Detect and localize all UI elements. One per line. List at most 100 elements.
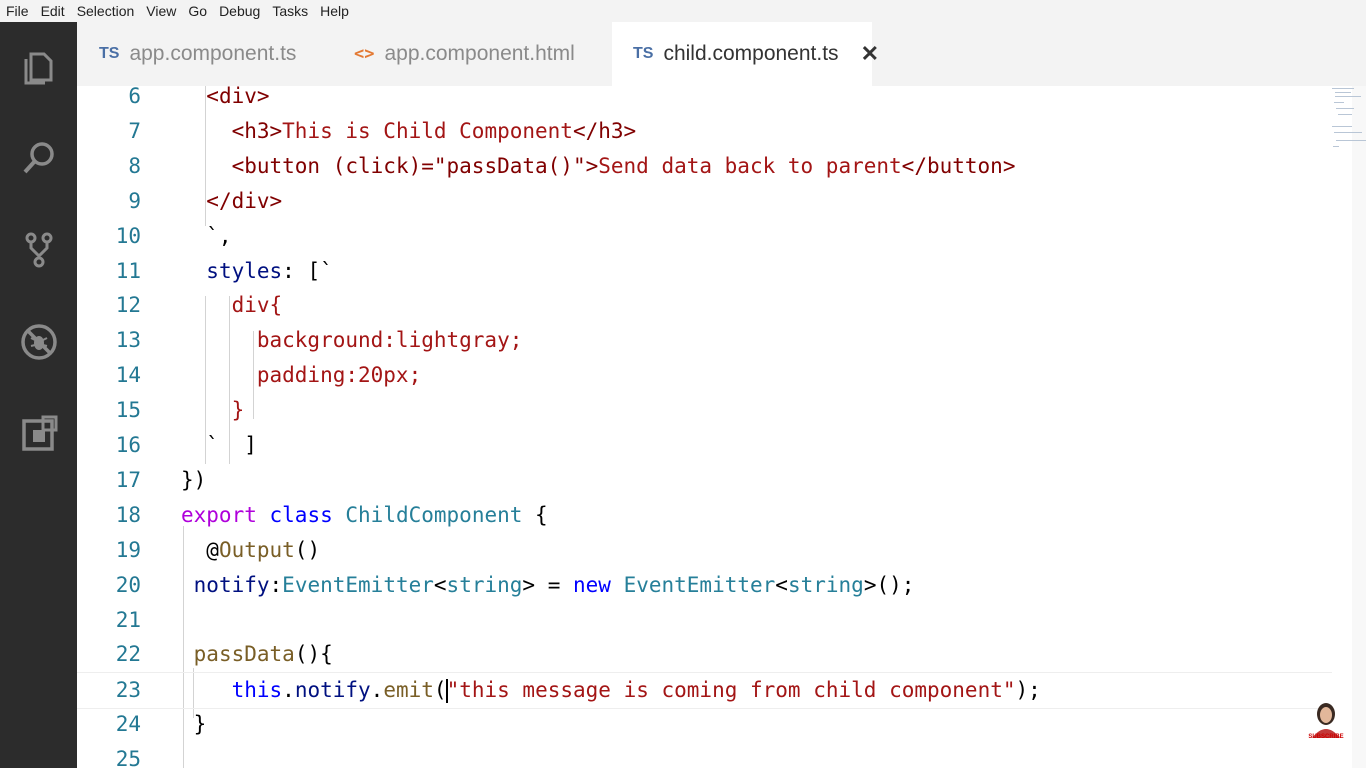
menu-item-file[interactable]: File xyxy=(6,3,29,19)
code-token: styles xyxy=(206,258,283,283)
channel-avatar: SUBSCRIBE xyxy=(1306,700,1346,744)
code-line[interactable]: 24 } xyxy=(77,707,1332,742)
code-line[interactable]: 17}) xyxy=(77,463,1332,498)
menu-item-selection[interactable]: Selection xyxy=(77,3,135,19)
code-line[interactable]: 20 notify:EventEmitter<string> = new Eve… xyxy=(77,568,1332,603)
menu-item-view[interactable]: View xyxy=(146,3,176,19)
code-token: background:lightgray; xyxy=(256,328,523,353)
code-token: export xyxy=(181,502,257,527)
code-token: </div> xyxy=(206,188,283,213)
code-text: }) xyxy=(181,463,206,498)
code-token: <div> xyxy=(206,84,270,108)
code-line[interactable]: 10 `, xyxy=(77,219,1332,254)
code-line[interactable]: 18 export class ChildComponent { xyxy=(77,498,1332,533)
code-line[interactable]: 19 @Output() xyxy=(77,533,1332,568)
code-line[interactable]: 25 xyxy=(77,742,1332,777)
code-token: passData xyxy=(193,642,295,667)
html-file-icon: <> xyxy=(354,44,375,64)
code-token: ` ] xyxy=(181,433,257,457)
close-icon[interactable]: ✕ xyxy=(861,41,879,67)
code-token: Send data back to parent xyxy=(598,153,902,178)
code-text: </div> xyxy=(181,184,282,219)
line-number: 7 xyxy=(128,118,141,143)
code-line[interactable]: 12 div{ xyxy=(77,288,1332,323)
code-token: notify xyxy=(193,572,270,597)
code-line[interactable]: 8 <button (click)="passData()">Send data… xyxy=(77,149,1332,184)
code-token: ); xyxy=(1015,678,1041,703)
line-number: 8 xyxy=(128,153,141,178)
code-line[interactable]: 11 styles: [` xyxy=(77,254,1332,289)
editor-tab-bar: TS app.component.ts <> app.component.htm… xyxy=(77,22,1366,86)
code-token: class xyxy=(269,502,333,527)
code-line[interactable]: 16 ` ] xyxy=(77,428,1332,463)
extensions-icon[interactable] xyxy=(17,412,61,456)
menu-item-edit[interactable]: Edit xyxy=(41,3,65,19)
code-text: this.notify.emit("this message is coming… xyxy=(181,673,1041,708)
line-number: 11 xyxy=(115,258,141,283)
typescript-file-icon: TS xyxy=(633,45,654,62)
code-text: export class ChildComponent { xyxy=(181,498,548,533)
code-token: `, xyxy=(181,223,232,248)
code-token: } xyxy=(181,712,207,737)
code-text: padding:20px; xyxy=(181,358,421,393)
source-control-icon[interactable] xyxy=(17,228,61,272)
code-token: (){ xyxy=(294,642,333,667)
line-number: 25 xyxy=(115,747,141,772)
code-line[interactable]: 7 <h3>This is Child Component</h3> xyxy=(77,114,1332,149)
code-token: emit xyxy=(383,678,434,703)
tab-app-component-html[interactable]: <> app.component.html xyxy=(332,22,602,86)
code-token: . xyxy=(370,678,384,703)
line-number: 16 xyxy=(115,433,141,457)
code-token: . xyxy=(282,678,295,703)
tab-child-component-ts[interactable]: TS child.component.ts ✕ xyxy=(612,22,879,86)
line-number: 14 xyxy=(115,363,141,388)
code-editor[interactable]: 6 <div> 7 <h3>This is Child Component</h3… xyxy=(77,84,1366,771)
code-text: } xyxy=(181,393,245,428)
menu-item-go[interactable]: Go xyxy=(188,3,207,19)
menu-item-help[interactable]: Help xyxy=(320,3,349,19)
minimap[interactable] xyxy=(1332,86,1366,156)
line-number: 24 xyxy=(115,712,141,737)
code-line[interactable]: 23 this.notify.emit("this message is com… xyxy=(77,672,1332,710)
code-token: new xyxy=(572,572,611,597)
code-line[interactable]: 6 <div> xyxy=(77,79,1332,114)
code-line[interactable]: 21 xyxy=(77,603,1332,638)
code-line[interactable]: 14 padding:20px; xyxy=(77,358,1332,393)
code-token: < xyxy=(775,572,788,597)
code-token: } xyxy=(231,398,245,423)
code-token: () xyxy=(294,537,321,562)
code-token: Output xyxy=(218,537,295,562)
code-token: }) xyxy=(181,467,207,492)
line-number: 17 xyxy=(115,467,141,492)
code-token: string xyxy=(446,572,523,597)
code-text: notify:EventEmitter<string> = new EventE… xyxy=(181,568,915,603)
vertical-scrollbar[interactable] xyxy=(1352,86,1366,768)
code-line[interactable]: 13 background:lightgray; xyxy=(77,323,1332,358)
menu-item-debug[interactable]: Debug xyxy=(219,3,260,19)
code-text: `, xyxy=(181,219,232,254)
code-line[interactable]: 22 passData(){ xyxy=(77,637,1332,672)
code-text: div{ xyxy=(181,288,283,323)
search-icon[interactable] xyxy=(17,136,61,180)
line-number: 12 xyxy=(115,293,141,318)
tab-app-component-ts[interactable]: TS app.component.ts xyxy=(77,22,327,86)
menu-item-tasks[interactable]: Tasks xyxy=(272,3,308,19)
activity-bar xyxy=(0,22,77,768)
debug-icon[interactable] xyxy=(17,320,61,364)
code-token: { xyxy=(522,502,548,527)
explorer-icon[interactable] xyxy=(17,46,61,90)
line-number: 15 xyxy=(115,398,141,423)
line-number: 23 xyxy=(115,678,141,703)
code-text: <div> xyxy=(181,79,270,114)
code-line[interactable]: 15 } xyxy=(77,393,1332,428)
code-token: EventEmitter xyxy=(623,572,776,597)
code-token: EventEmitter xyxy=(282,572,434,597)
code-token: This is Child Component xyxy=(282,118,573,143)
code-line[interactable]: 9 </div> xyxy=(77,184,1332,219)
